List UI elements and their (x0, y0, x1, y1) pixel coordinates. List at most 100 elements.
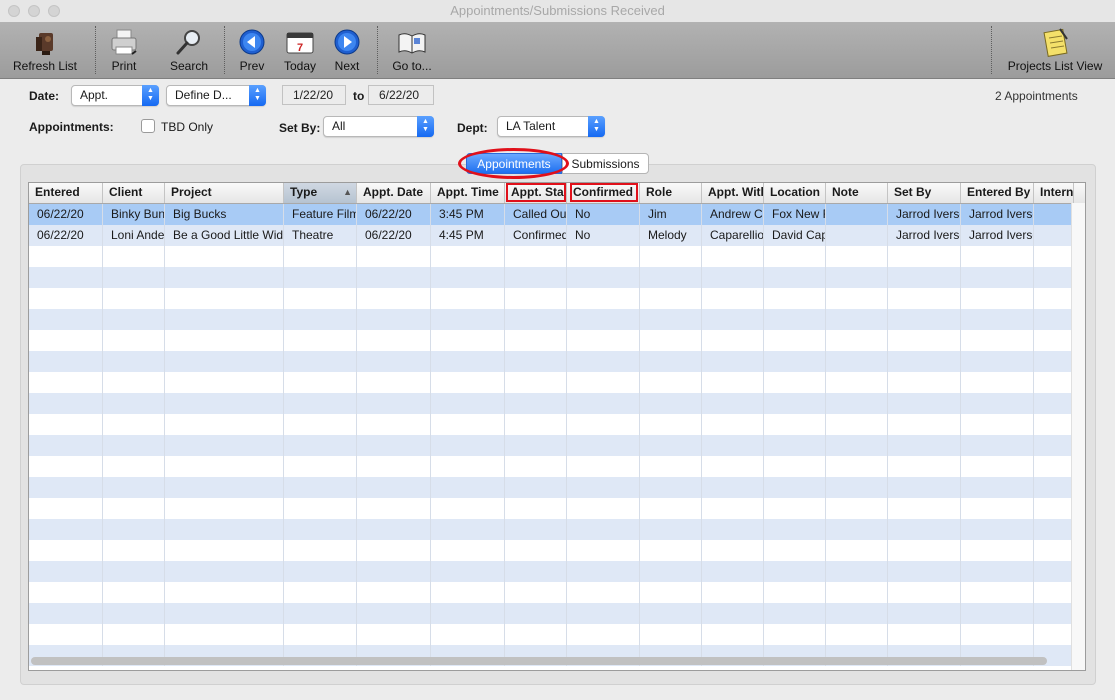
table-cell (29, 435, 103, 456)
from-date-field[interactable]: 1/22/20 (282, 85, 346, 105)
table-cell (961, 561, 1034, 582)
column-header[interactable]: Note (826, 183, 888, 203)
table-cell (165, 393, 284, 414)
column-header[interactable]: Entered By (961, 183, 1034, 203)
horizontal-scrollbar[interactable] (31, 657, 1047, 665)
table-cell (961, 435, 1034, 456)
prev-button[interactable]: Prev (234, 22, 270, 78)
column-header[interactable]: Client (103, 183, 165, 203)
table-cell (103, 372, 165, 393)
projects-list-view-button[interactable]: Projects List View (1004, 22, 1106, 78)
date-type-select[interactable]: Appt. ▲ ▼ (71, 85, 159, 106)
table-cell: Andrew Ca (702, 204, 764, 225)
table-cell (284, 561, 357, 582)
next-button[interactable]: Next (330, 22, 364, 78)
refresh-list-button[interactable]: Refresh List (8, 22, 82, 78)
print-label: Print (111, 59, 137, 73)
table-row[interactable]: 06/22/20 Loni Ande Be a Good Little Wido Th… (29, 225, 1074, 246)
column-header[interactable]: Confirmed (567, 183, 640, 203)
table-cell (165, 267, 284, 288)
table-cell (165, 309, 284, 330)
table-cell: Jarrod Iverso (961, 204, 1034, 225)
table-cell (764, 372, 826, 393)
minimize-window-button[interactable] (28, 5, 40, 17)
tab-appointments[interactable]: Appointments (466, 153, 562, 174)
table-cell (888, 582, 961, 603)
table-cell (961, 267, 1034, 288)
magnifier-icon (176, 30, 200, 55)
appointments-label: Appointments: (29, 120, 114, 134)
column-header[interactable]: Entered (29, 183, 103, 203)
to-date-field[interactable]: 6/22/20 (368, 85, 434, 105)
zoom-window-button[interactable] (48, 5, 60, 17)
table-cell (284, 540, 357, 561)
column-header[interactable]: Type ▲ (284, 183, 357, 203)
table-cell (103, 414, 165, 435)
table-cell (961, 477, 1034, 498)
column-header[interactable]: Appt. Time (431, 183, 505, 203)
table-cell (165, 540, 284, 561)
table-cell (826, 288, 888, 309)
column-header-label: Appt. Time (437, 185, 499, 199)
table-cell: Loni Ande (103, 225, 165, 246)
date-range-select[interactable]: Define D... ▲ ▼ (166, 85, 266, 106)
table-cell (103, 288, 165, 309)
chevron-updown-icon: ▲ ▼ (249, 85, 266, 106)
column-header-label: Entered By (967, 185, 1031, 199)
tbd-only-checkbox[interactable] (141, 119, 155, 133)
table-cell (961, 288, 1034, 309)
table-cell: 3:45 PM (431, 204, 505, 225)
table-cell (1034, 288, 1074, 309)
table-cell (165, 288, 284, 309)
table-cell (357, 330, 431, 351)
search-button[interactable]: Search (166, 22, 212, 78)
table-cell (826, 267, 888, 288)
tab-submissions[interactable]: Submissions (562, 153, 649, 174)
table-cell (764, 435, 826, 456)
table-cell: Jim (640, 204, 702, 225)
table-cell (567, 456, 640, 477)
column-header[interactable]: Appt. Sta (505, 183, 567, 203)
set-by-select[interactable]: All ▲ ▼ (323, 116, 434, 137)
column-header[interactable]: Appt. Witl (702, 183, 764, 203)
table-cell (284, 309, 357, 330)
close-window-button[interactable] (8, 5, 20, 17)
set-by-label: Set By: (279, 121, 321, 135)
column-header[interactable]: Appt. Date (357, 183, 431, 203)
table-cell (29, 372, 103, 393)
column-header[interactable]: Internal (1034, 183, 1074, 203)
table-cell (505, 309, 567, 330)
goto-button[interactable]: Go to... (388, 22, 436, 78)
table-cell (640, 372, 702, 393)
table-cell (567, 477, 640, 498)
table-cell (284, 582, 357, 603)
table-cell (888, 351, 961, 372)
table-cell (826, 582, 888, 603)
table-cell (764, 561, 826, 582)
table-cell (567, 582, 640, 603)
table-cell (505, 498, 567, 519)
column-header[interactable]: Role (640, 183, 702, 203)
table-cell (888, 540, 961, 561)
table-cell (961, 456, 1034, 477)
column-header[interactable]: Set By (888, 183, 961, 203)
refresh-list-label: Refresh List (12, 59, 78, 73)
column-header[interactable]: Location (764, 183, 826, 203)
table-cell: David Cap (764, 225, 826, 246)
column-header[interactable]: Project (165, 183, 284, 203)
table-cell (103, 393, 165, 414)
today-button[interactable]: 7 Today (278, 22, 322, 78)
table-cell (702, 267, 764, 288)
table-cell (640, 414, 702, 435)
dept-select[interactable]: LA Talent ▲ ▼ (497, 116, 605, 137)
table-row[interactable]: 06/22/20 Binky Bun Big Bucks Feature Film 06… (29, 204, 1074, 225)
table-cell (764, 540, 826, 561)
table-cell (567, 288, 640, 309)
table-cell: Confirmed (505, 225, 567, 246)
table-cell (165, 624, 284, 645)
print-button[interactable]: Print (104, 22, 144, 78)
dept-label: Dept: (457, 121, 488, 135)
table-cell (567, 246, 640, 267)
prev-label: Prev (239, 59, 265, 73)
table-cell (567, 435, 640, 456)
